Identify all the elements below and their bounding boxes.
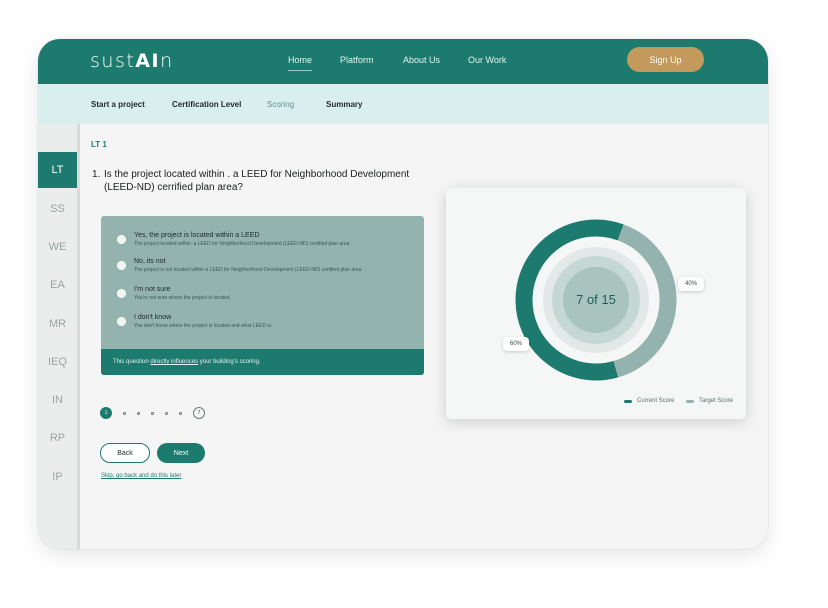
pager-dot[interactable] <box>179 411 182 415</box>
nav-about-us[interactable]: About Us <box>403 55 440 65</box>
back-button[interactable]: Back <box>100 443 150 463</box>
logo-text-ai: AI <box>135 50 161 72</box>
sidebar-item-ip[interactable]: IP <box>38 459 77 495</box>
logo-text-n: n <box>160 50 174 72</box>
note-suffix: your building's scoring. <box>198 359 261 365</box>
legend-label-target: Target Score <box>699 398 734 404</box>
radio-button[interactable] <box>117 235 126 244</box>
option-description: You don't know where the project is loca… <box>134 323 273 329</box>
option-not-sure[interactable]: I'm not sure You're not sure where the p… <box>117 286 231 301</box>
pager-dot[interactable] <box>137 411 140 415</box>
sidebar-item-ea[interactable]: EA <box>38 267 77 303</box>
option-text: Yes, the project is located within a LEE… <box>134 232 349 247</box>
legend-label-current: Current Score <box>637 398 675 404</box>
section-label: LT 1 <box>91 140 107 149</box>
radio-button[interactable] <box>117 261 126 270</box>
option-title: I'm not sure <box>134 286 171 293</box>
next-button[interactable]: Next <box>157 443 205 463</box>
option-text: No, its not The project is not located w… <box>134 258 363 273</box>
legend-current: Current Score <box>624 398 674 404</box>
option-text: I don't know You don't know where the pr… <box>134 314 272 329</box>
sign-up-button[interactable]: Sign Up <box>627 47 704 72</box>
option-title: I don't know <box>134 314 172 321</box>
sidebar-item-in[interactable]: IN <box>38 382 77 418</box>
option-description: The project located within. a LEED for N… <box>134 241 350 247</box>
category-sidebar: LT SS WE EA MR IEQ IN RP IP <box>38 124 80 549</box>
sidebar-item-lt[interactable]: LT <box>38 152 77 188</box>
note-link[interactable]: directly influences <box>150 359 198 365</box>
step-start-project[interactable]: Start a project <box>91 100 145 109</box>
step-scoring[interactable]: Scoring <box>267 100 294 109</box>
skip-link[interactable]: Skip, go back and do this later <box>101 473 181 479</box>
option-description: The project is not located within a LEED… <box>134 267 363 273</box>
data-label-target: 40% <box>678 277 705 291</box>
nav-platform[interactable]: Platform <box>340 55 374 65</box>
donut-center-label: 7 of 15 <box>576 292 616 307</box>
top-navbar: sustAIn Home Platform About Us Our Work … <box>38 39 768 84</box>
logo-text-sust: sust <box>90 50 136 72</box>
scoring-note: This question directly influences your b… <box>101 349 424 375</box>
option-title: No, its not <box>134 258 166 265</box>
logo[interactable]: sustAIn <box>90 50 174 72</box>
radio-button[interactable] <box>117 289 126 298</box>
app-window: sustAIn Home Platform About Us Our Work … <box>38 39 768 549</box>
pager-last[interactable]: 7 <box>193 407 205 419</box>
pager-current[interactable]: 1 <box>100 407 112 419</box>
question-text: 1. Is the project located within . a LEE… <box>92 168 412 194</box>
option-description: You're not sure where the project is loc… <box>134 295 231 301</box>
sidebar-item-rp[interactable]: RP <box>38 420 77 456</box>
sidebar-item-mr[interactable]: MR <box>38 306 77 342</box>
sidebar-item-ieq[interactable]: IEQ <box>38 344 77 380</box>
legend-swatch-current <box>624 399 632 403</box>
option-title: Yes, the project is located within a LEE… <box>134 232 260 239</box>
radio-button[interactable] <box>117 317 126 326</box>
option-text: I'm not sure You're not sure where the p… <box>134 286 231 301</box>
step-certification-level[interactable]: Certification Level <box>172 100 241 109</box>
nav-our-work[interactable]: Our Work <box>468 55 506 65</box>
data-label-current: 60% <box>503 337 530 351</box>
nav-home[interactable]: Home <box>288 55 313 71</box>
score-donut-chart: 7 of 15 <box>515 219 677 381</box>
option-no[interactable]: No, its not The project is not located w… <box>117 258 363 273</box>
note-prefix: This question <box>113 359 151 365</box>
question-pager: 1 7 <box>100 407 205 419</box>
pager-dot[interactable] <box>151 411 154 415</box>
pager-dot[interactable] <box>165 411 168 415</box>
steps-bar: Start a project Certification Level Scor… <box>38 84 768 124</box>
answer-options-card: Yes, the project is located within a LEE… <box>101 216 424 375</box>
step-summary[interactable]: Summary <box>326 100 362 109</box>
legend-target: Target Score <box>686 398 733 404</box>
score-chart-panel: 7 of 15 60% 40% Current Score Target Sco… <box>446 188 746 419</box>
option-yes[interactable]: Yes, the project is located within a LEE… <box>117 232 349 247</box>
question-number: 1. <box>92 169 101 180</box>
sidebar-item-ss[interactable]: SS <box>38 191 77 227</box>
option-dont-know[interactable]: I don't know You don't know where the pr… <box>117 314 272 329</box>
legend-swatch-target <box>686 399 694 403</box>
pager-dot[interactable] <box>123 411 126 415</box>
sidebar-item-we[interactable]: WE <box>38 229 77 265</box>
question-body: Is the project located within . a LEED f… <box>104 169 410 193</box>
